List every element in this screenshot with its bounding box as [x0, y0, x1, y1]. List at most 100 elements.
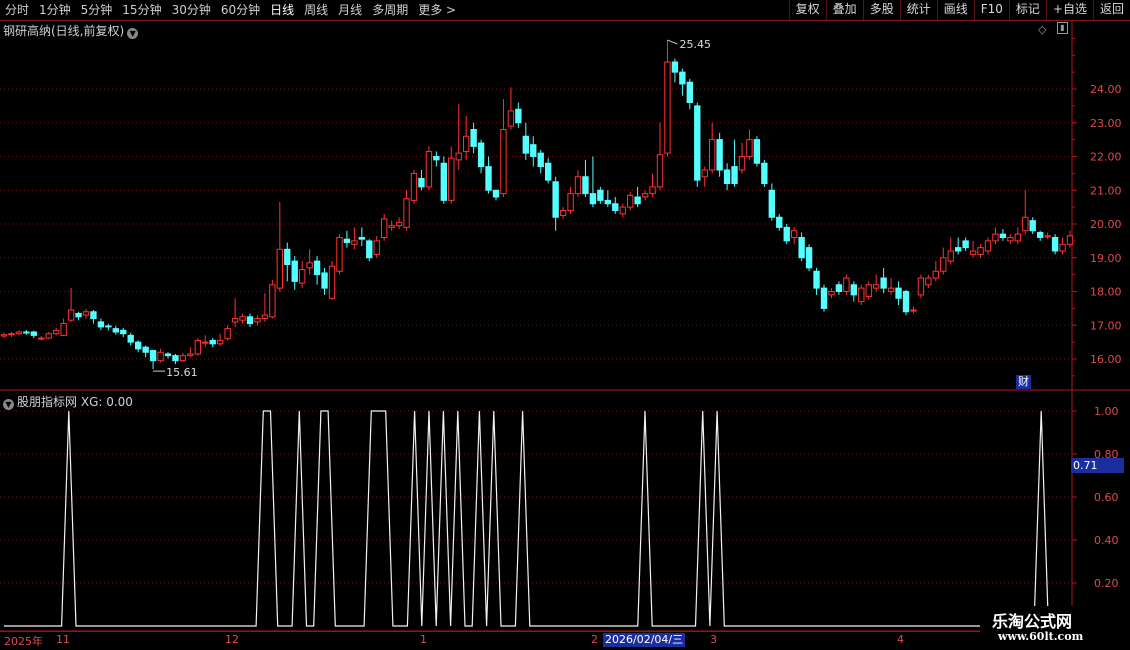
- candle-down: [127, 334, 134, 343]
- indicator-cursor-value: 0.71: [1071, 458, 1124, 473]
- watermark-url: www.60lt.com: [998, 630, 1084, 643]
- candle-up: [462, 135, 470, 152]
- candle-up: [179, 355, 187, 362]
- price-tick-label: 22.00: [1090, 151, 1122, 164]
- candle-up: [701, 169, 708, 178]
- candle-down: [30, 331, 38, 336]
- candle-up: [619, 206, 626, 215]
- price-tick-label: 21.00: [1090, 184, 1122, 197]
- candle-up: [45, 333, 52, 339]
- candle-up: [187, 353, 194, 357]
- candle-up: [351, 240, 358, 245]
- candle-up: [1007, 237, 1014, 242]
- candle-up: [843, 277, 850, 292]
- candle-up: [574, 176, 582, 195]
- date-label-12: 12: [225, 633, 239, 646]
- candle-up: [306, 262, 313, 269]
- candle-down: [731, 166, 738, 184]
- watermark-title: 乐淘公式网: [992, 612, 1073, 631]
- candle-up: [925, 277, 932, 286]
- candle-down: [634, 196, 641, 205]
- min-price-label: 15.61: [166, 366, 198, 379]
- candle-down: [783, 226, 790, 242]
- candle-up: [500, 129, 507, 195]
- candle-up: [395, 221, 403, 227]
- candle-up: [932, 270, 940, 279]
- candle-down: [97, 321, 105, 328]
- candle-down: [90, 311, 97, 319]
- candle-down: [768, 189, 776, 218]
- price-tick-label: 16.00: [1090, 353, 1122, 366]
- kline-chart[interactable]: 25.4515.61 24.0023.0022.0021.0020.0019.0…: [0, 0, 1130, 650]
- candle-up: [388, 225, 395, 228]
- candle-up: [254, 318, 261, 323]
- candle-down: [321, 272, 328, 289]
- candle-up: [626, 194, 634, 208]
- candle-up: [969, 250, 977, 255]
- candle-down: [515, 108, 522, 124]
- candle-up: [216, 339, 224, 345]
- candle-down: [813, 270, 820, 289]
- candle-up: [992, 233, 999, 242]
- candle-down: [440, 162, 448, 201]
- candle-up: [947, 250, 954, 262]
- candle-down: [313, 260, 321, 276]
- finance-badge[interactable]: 财: [1016, 375, 1031, 389]
- candle-up: [328, 265, 336, 299]
- candle-down: [820, 287, 828, 309]
- candle-up: [1059, 243, 1066, 252]
- candle-down: [120, 329, 127, 335]
- candle-down: [604, 199, 612, 205]
- date-label-2: 2: [591, 633, 598, 646]
- candle-down: [716, 139, 723, 171]
- price-tick-label: 23.00: [1090, 117, 1122, 130]
- candle-up: [276, 248, 284, 289]
- price-tick-label: 18.00: [1090, 286, 1122, 299]
- candle-down: [343, 238, 351, 244]
- candle-up: [664, 61, 671, 154]
- candle-down: [537, 152, 544, 168]
- candle-up: [455, 152, 462, 161]
- candle-down: [1051, 237, 1059, 252]
- candle-up: [977, 247, 984, 255]
- candle-down: [902, 291, 910, 313]
- candle-up: [1066, 235, 1074, 245]
- date-label-11: 11: [56, 633, 70, 646]
- candle-down: [798, 237, 805, 259]
- candle-down: [895, 287, 902, 299]
- candle-down: [582, 176, 589, 195]
- candle-down: [492, 189, 500, 198]
- candle-down: [477, 142, 485, 168]
- candle-up: [38, 337, 45, 340]
- candle-down: [530, 144, 537, 157]
- candle-up: [380, 218, 388, 238]
- candle-down: [23, 331, 30, 334]
- candle-down: [686, 81, 694, 103]
- candle-down: [589, 193, 597, 205]
- candle-down: [366, 240, 373, 259]
- watermark: 乐淘公式网 www.60lt.com: [980, 606, 1130, 650]
- candle-up: [790, 230, 798, 238]
- candle-down: [522, 135, 530, 154]
- candle-down: [954, 247, 962, 252]
- price-tick-label: 24.00: [1090, 83, 1122, 96]
- candle-down: [433, 156, 440, 161]
- candle-down: [164, 353, 172, 357]
- max-price-label: 25.45: [679, 38, 711, 51]
- candle-down: [597, 189, 604, 201]
- candle-up: [157, 351, 164, 362]
- candle-up: [746, 139, 753, 157]
- candle-up: [202, 341, 209, 344]
- candle-down: [552, 181, 559, 218]
- candle-down: [612, 203, 619, 211]
- candle-up: [910, 309, 917, 312]
- candle-up: [298, 269, 306, 284]
- candle-down: [284, 248, 291, 265]
- candle-up: [231, 318, 239, 323]
- indicator-tick-label: 0.20: [1094, 577, 1119, 590]
- candle-up: [559, 210, 567, 217]
- candle-down: [679, 71, 686, 85]
- date-axis: 2025年 11 12 1 2 2026/02/04/三 3 4: [0, 631, 980, 648]
- candle-up: [738, 156, 746, 171]
- price-tick-label: 19.00: [1090, 252, 1122, 265]
